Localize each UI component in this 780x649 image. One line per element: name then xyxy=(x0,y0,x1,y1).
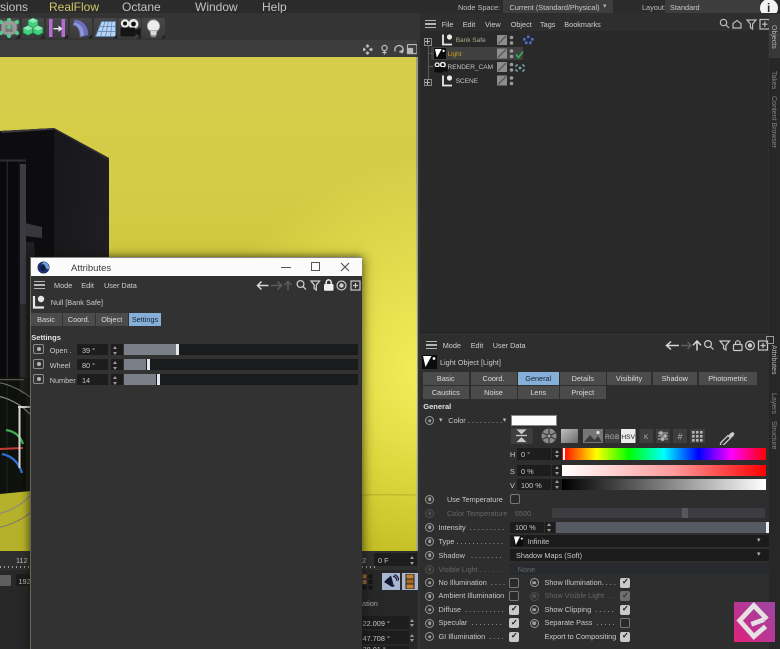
svg-text:#: # xyxy=(678,432,683,442)
svg-text:HSV: HSV xyxy=(621,434,635,441)
svg-text:RGB: RGB xyxy=(605,434,620,441)
svg-text:K: K xyxy=(644,434,649,441)
